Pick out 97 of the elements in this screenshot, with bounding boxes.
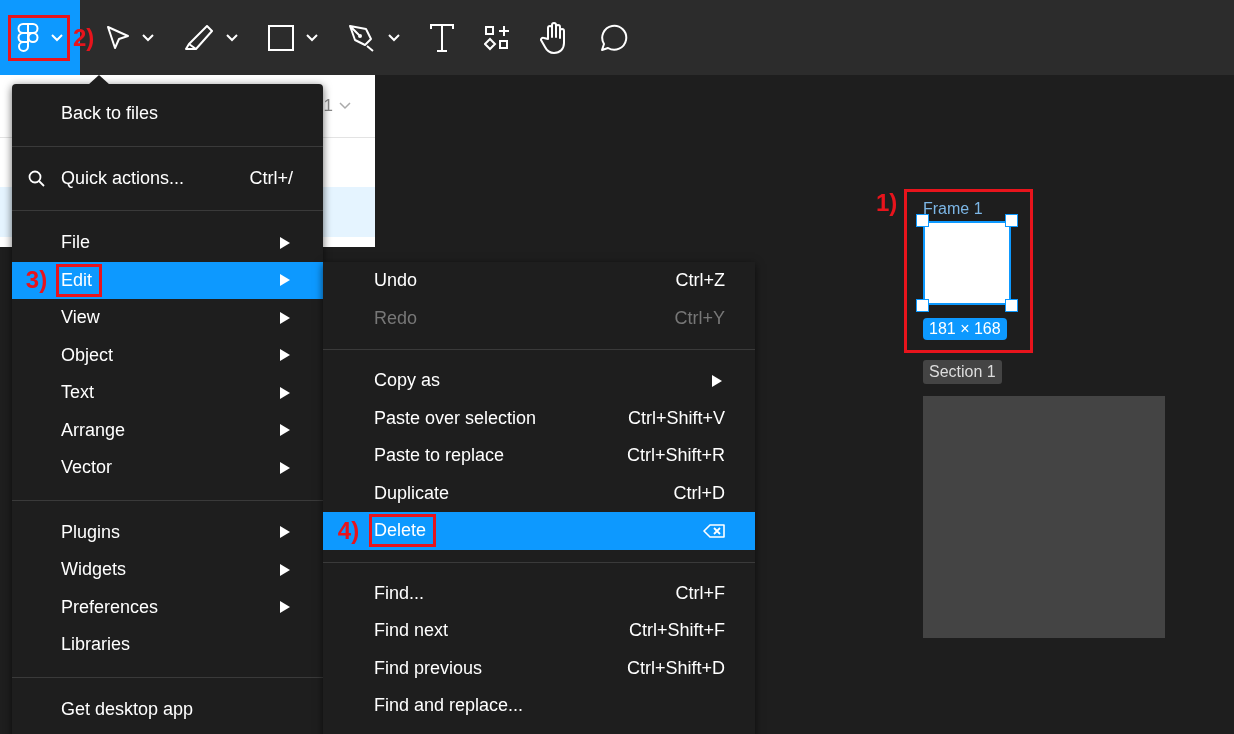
cursor-icon bbox=[106, 24, 130, 51]
menu-label: Edit bbox=[56, 263, 103, 297]
submenu-arrow-icon bbox=[280, 526, 290, 539]
shortcut: Ctrl+Shift+V bbox=[627, 407, 725, 429]
menu-label: Redo bbox=[374, 307, 419, 329]
logo-icon bbox=[17, 22, 39, 53]
chevron-icon bbox=[51, 33, 63, 42]
annotation-label: 1) bbox=[876, 189, 898, 217]
pencil-icon bbox=[184, 24, 214, 51]
menu-item[interactable]: Duplicate Ctrl+D bbox=[323, 474, 755, 512]
submenu-arrow-icon bbox=[280, 236, 290, 249]
submenu-arrow-icon bbox=[712, 374, 722, 387]
submenu-arrow-icon bbox=[280, 563, 290, 576]
frame[interactable] bbox=[923, 221, 1011, 305]
backspace-icon bbox=[703, 523, 725, 538]
menu-label: Quick actions... bbox=[61, 167, 186, 189]
resize-handle[interactable] bbox=[1005, 214, 1018, 227]
highlight-frame bbox=[8, 15, 70, 61]
annotation-label: 3) bbox=[25, 266, 48, 295]
shortcut: Ctrl+/ bbox=[249, 167, 293, 189]
shortcut: Ctrl+F bbox=[675, 582, 725, 604]
menu-item[interactable]: View bbox=[12, 299, 323, 337]
menu-label: Find next bbox=[374, 620, 450, 642]
menu-label: File bbox=[61, 232, 91, 254]
resize-handle[interactable] bbox=[1005, 299, 1018, 312]
menu-item[interactable]: Object bbox=[12, 336, 323, 374]
submenu-arrow-icon bbox=[280, 274, 290, 287]
hand-icon bbox=[540, 21, 568, 54]
menu-label: Vector bbox=[61, 457, 114, 479]
menu-item[interactable]: Copy as bbox=[323, 362, 755, 400]
annotation-label: 4) bbox=[337, 516, 360, 545]
menu-item[interactable]: Preferences bbox=[12, 588, 323, 626]
shortcut: Ctrl+Shift+F bbox=[628, 620, 725, 642]
menu-label: Preferences bbox=[61, 596, 160, 618]
submenu-arrow-icon bbox=[280, 461, 290, 474]
chevron-icon bbox=[339, 102, 351, 110]
menu-item[interactable]: Libraries bbox=[12, 626, 323, 664]
shortcut: Ctrl+Z bbox=[675, 270, 725, 292]
menu-label: Copy as bbox=[374, 370, 442, 392]
menu-item[interactable]: Undo Ctrl+Z bbox=[323, 262, 755, 300]
menu-label: Libraries bbox=[61, 634, 132, 656]
resize-handle[interactable] bbox=[916, 214, 929, 227]
comment-icon bbox=[598, 22, 628, 53]
rectangle-icon bbox=[268, 24, 294, 51]
page-name: 1 bbox=[323, 96, 333, 116]
menu-item[interactable]: Arrange bbox=[12, 411, 323, 449]
submenu-arrow-icon bbox=[280, 349, 290, 362]
menu-item[interactable]: Paste to replace Ctrl+Shift+R bbox=[323, 437, 755, 475]
menu-item[interactable]: Quick actions... Ctrl+/ bbox=[12, 159, 323, 197]
menu-item[interactable]: Find next Ctrl+Shift+F bbox=[323, 612, 755, 650]
shapes-icon bbox=[484, 24, 510, 51]
menu-item[interactable]: Paste over selection Ctrl+Shift+V bbox=[323, 399, 755, 437]
shortcut: Ctrl+Shift+R bbox=[626, 445, 725, 467]
resize-handle[interactable] bbox=[916, 299, 929, 312]
menu-label: Paste over selection bbox=[374, 407, 538, 429]
menu-item[interactable]: Find previous Ctrl+Shift+D bbox=[323, 649, 755, 687]
chevron-icon bbox=[226, 33, 238, 42]
menu-label: Get desktop app bbox=[61, 698, 195, 720]
chevron-icon bbox=[142, 33, 154, 42]
menu-label: Object bbox=[61, 344, 115, 366]
menu-item[interactable]: File bbox=[12, 224, 323, 262]
shortcut: Ctrl+Shift+D bbox=[626, 657, 725, 679]
menu-label: Find previous bbox=[374, 657, 484, 679]
menu-item[interactable]: Back to files bbox=[12, 95, 323, 133]
menu-item[interactable]: Text bbox=[12, 374, 323, 412]
menu-label: Widgets bbox=[61, 559, 128, 581]
menu-label: Undo bbox=[374, 270, 419, 292]
submenu-arrow-icon bbox=[280, 601, 290, 614]
menu-label: Arrange bbox=[61, 419, 127, 441]
menu-label: Text bbox=[61, 382, 95, 404]
menu-label: Find... bbox=[374, 582, 426, 604]
submenu-arrow-icon bbox=[280, 424, 290, 437]
menu-label: Find and replace... bbox=[374, 695, 525, 717]
submenu-arrow-icon bbox=[280, 386, 290, 399]
submenu-arrow-icon bbox=[280, 311, 290, 324]
chevron-icon bbox=[388, 33, 400, 42]
search-icon bbox=[28, 169, 45, 187]
menu-item[interactable]: Vector bbox=[12, 449, 323, 487]
menu-label: Duplicate bbox=[374, 482, 451, 504]
shortcut: Ctrl+Y bbox=[674, 307, 725, 329]
menu-item[interactable]: Find and replace... bbox=[323, 687, 755, 725]
size-badge: 181 × 168 bbox=[923, 318, 1007, 340]
menu-item[interactable]: Find... Ctrl+F bbox=[323, 574, 755, 612]
section-name: Section 1 bbox=[923, 360, 1002, 384]
menu-label: Back to files bbox=[61, 103, 160, 125]
shortcut: Ctrl+D bbox=[673, 482, 725, 504]
menu-label: Plugins bbox=[61, 521, 122, 543]
menu-label: Paste to replace bbox=[374, 445, 506, 467]
text-icon bbox=[430, 23, 454, 52]
chevron-icon bbox=[306, 33, 318, 42]
menu-label: View bbox=[61, 307, 101, 329]
menu-item[interactable]: Get desktop app bbox=[12, 690, 323, 728]
menu-label: Delete bbox=[369, 514, 437, 548]
menu-item[interactable]: Widgets bbox=[12, 551, 323, 589]
pen-icon bbox=[348, 23, 376, 52]
menu-item[interactable]: Plugins bbox=[12, 513, 323, 551]
frame-name: Frame 1 bbox=[923, 200, 983, 218]
